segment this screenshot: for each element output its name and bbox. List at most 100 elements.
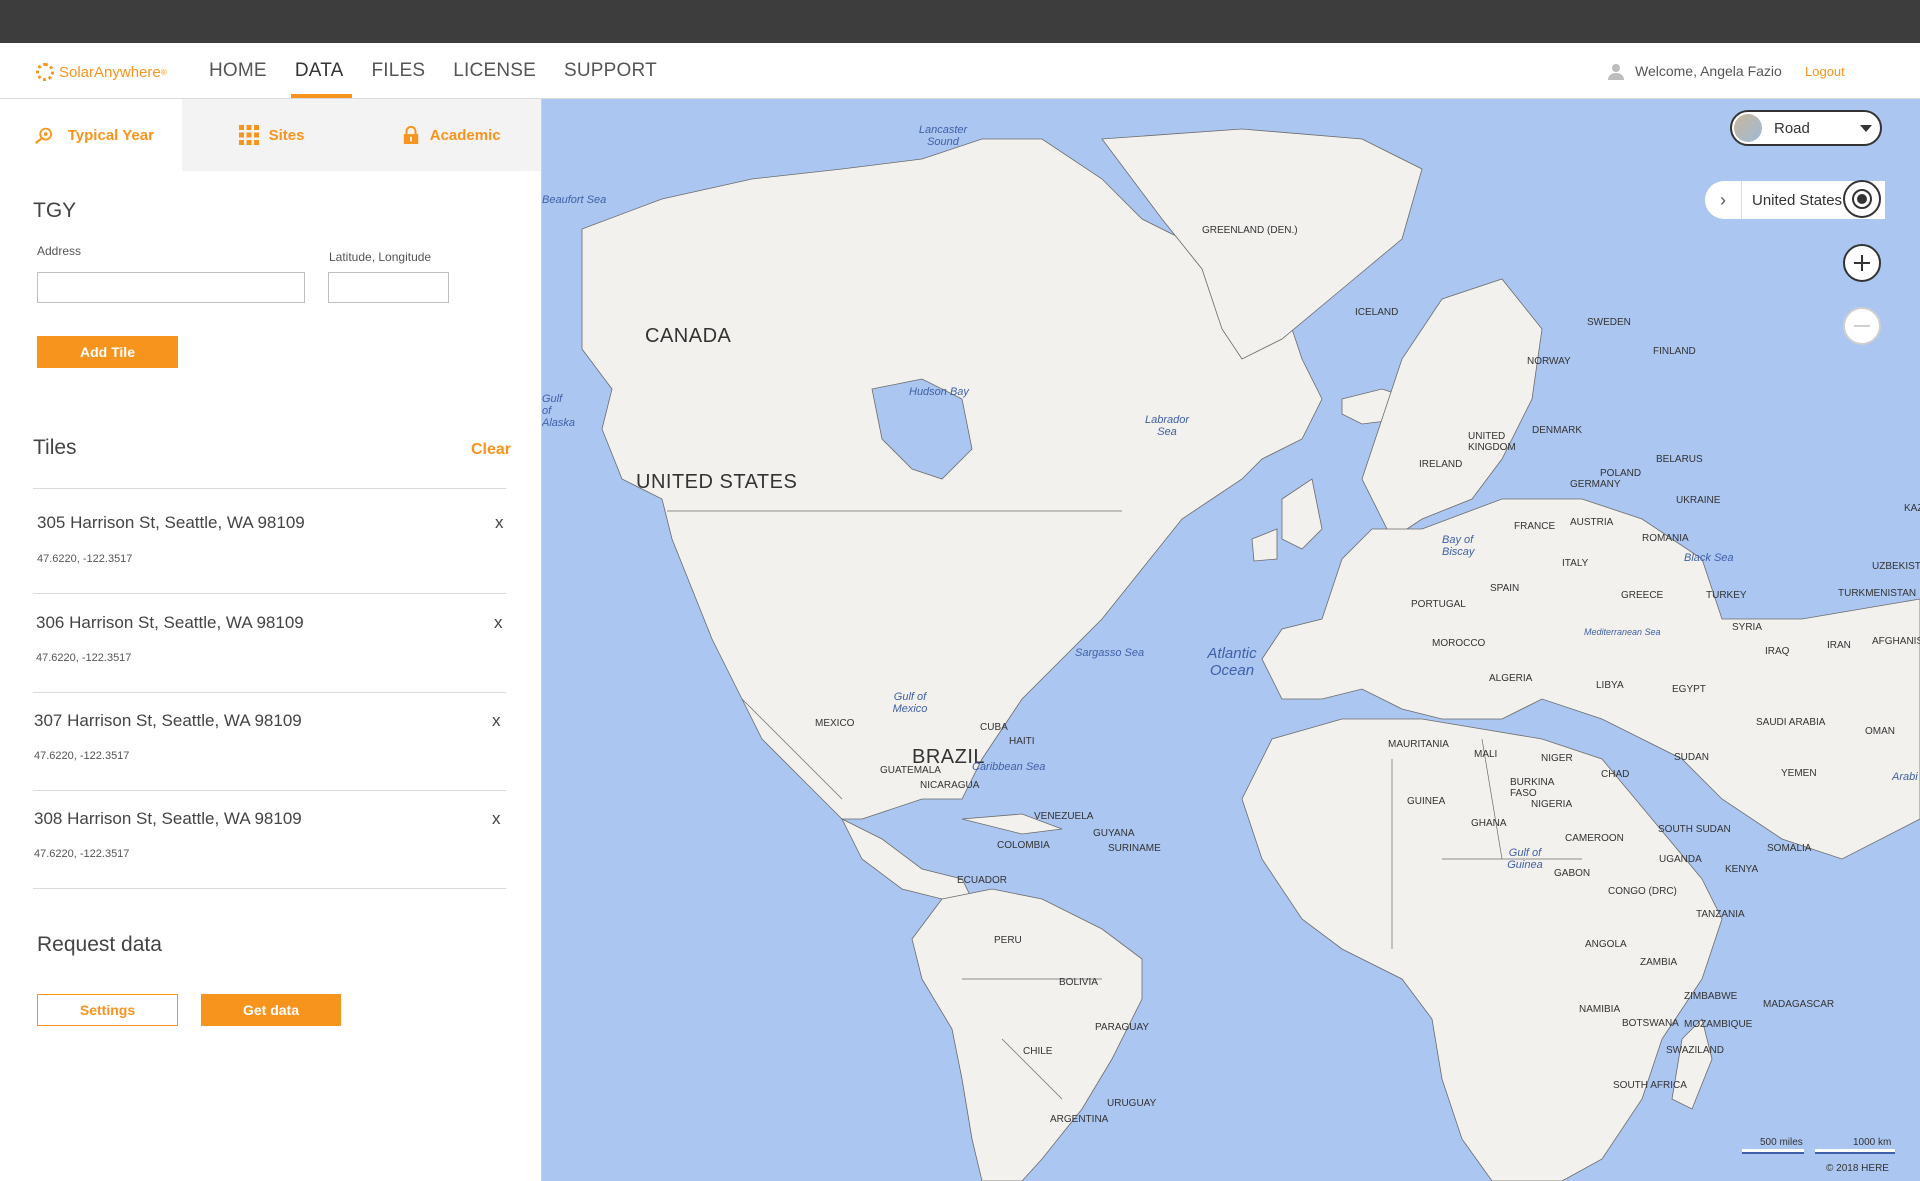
scale-bar-miles bbox=[1742, 1149, 1804, 1154]
globe-icon bbox=[1734, 114, 1762, 142]
zoom-out-button[interactable] bbox=[1843, 307, 1881, 345]
tile-coordinates: 47.6220, -122.3517 bbox=[36, 652, 132, 664]
tile-address: 308 Harrison St, Seattle, WA 98109 bbox=[34, 809, 302, 828]
map-label-country: COLOMBIA bbox=[997, 840, 1050, 851]
remove-tile-button[interactable]: x bbox=[492, 809, 501, 829]
map-label-country: AUSTRIA bbox=[1570, 517, 1614, 528]
map-label-country: CUBA bbox=[980, 722, 1008, 733]
sun-search-icon bbox=[34, 127, 52, 145]
map-label-country: NIGERIA bbox=[1531, 799, 1573, 810]
map-label-country: SWAZILAND bbox=[1666, 1045, 1724, 1056]
map-label-country: IRAN bbox=[1827, 640, 1851, 651]
map-label-country: ANGOLA bbox=[1585, 939, 1627, 950]
tab-academic[interactable]: Academic bbox=[361, 99, 541, 171]
top-menu: HOME DATA FILES LICENSE SUPPORT bbox=[209, 43, 685, 98]
remove-tile-button[interactable]: x bbox=[495, 513, 504, 533]
map-copyright: © 2018 HERE bbox=[1826, 1163, 1889, 1174]
map-label-country: UNITED KINGDOM bbox=[1468, 431, 1516, 453]
map-label-country: MAURITANIA bbox=[1388, 739, 1449, 750]
tile-coordinates: 47.6220, -122.3517 bbox=[34, 750, 130, 762]
divider bbox=[33, 488, 506, 489]
target-icon bbox=[1852, 189, 1872, 209]
map-label-country: PERU bbox=[994, 935, 1022, 946]
welcome-text: Welcome, Angela Fazio bbox=[1635, 63, 1782, 79]
locate-me-button[interactable] bbox=[1843, 180, 1881, 218]
tab-sites[interactable]: Sites bbox=[182, 99, 362, 171]
map-view[interactable]: CANADA UNITED STATES BRAZIL GREENLAND (D… bbox=[542, 99, 1920, 1181]
menu-data[interactable]: DATA bbox=[290, 43, 353, 98]
map-label-country: UZBEKISTAN bbox=[1872, 561, 1920, 572]
map-label-sea: Black Sea bbox=[1684, 552, 1734, 564]
welcome-message: Welcome, Angela Fazio bbox=[1607, 62, 1782, 80]
map-label-country: NICARAGUA bbox=[920, 780, 980, 791]
main-navigation: SolarAnywhere ® HOME DATA FILES LICENSE S… bbox=[0, 43, 1920, 99]
map-label-country: POLAND bbox=[1600, 468, 1642, 479]
map-label-sea: Bay of Biscay bbox=[1442, 534, 1475, 558]
map-label-country: MALI bbox=[1474, 749, 1498, 760]
menu-home[interactable]: HOME bbox=[209, 43, 267, 98]
map-label-sea: Caribbean Sea bbox=[972, 761, 1046, 773]
scale-miles: 500 miles bbox=[1760, 1137, 1803, 1148]
map-label-country: IRELAND bbox=[1419, 459, 1463, 470]
request-data-title: Request data bbox=[37, 933, 162, 956]
map-label-country: GUINEA bbox=[1407, 796, 1446, 807]
location-name: United States bbox=[1752, 191, 1843, 209]
map-label-country: BURKINA FASO bbox=[1510, 777, 1554, 799]
menu-files[interactable]: FILES bbox=[371, 43, 425, 98]
map-style-select[interactable]: Road bbox=[1730, 110, 1882, 146]
scale-km: 1000 km bbox=[1853, 1137, 1892, 1148]
map-style-value: Road bbox=[1774, 119, 1810, 137]
map-label-country: CHAD bbox=[1601, 769, 1630, 780]
get-data-button[interactable]: Get data bbox=[201, 994, 341, 1026]
settings-button[interactable]: Settings bbox=[37, 994, 178, 1026]
map-label-sea: Sargasso Sea bbox=[1075, 647, 1145, 659]
map-label-country: SOUTH AFRICA bbox=[1613, 1080, 1687, 1091]
map-label-country: ITALY bbox=[1562, 558, 1589, 569]
add-tile-button[interactable]: Add Tile bbox=[37, 336, 178, 368]
map-label-country: NAMIBIA bbox=[1579, 1004, 1621, 1015]
address-input[interactable] bbox=[37, 272, 305, 303]
zoom-in-button[interactable] bbox=[1843, 244, 1881, 282]
map-label-country: MEXICO bbox=[815, 718, 855, 729]
map-label-country: MADAGASCAR bbox=[1763, 999, 1835, 1010]
map-label-sea: Gulf of Mexico bbox=[892, 691, 928, 715]
map-label-country: MOROCCO bbox=[1432, 638, 1486, 649]
remove-tile-button[interactable]: x bbox=[492, 711, 501, 731]
scale-bar-km bbox=[1815, 1149, 1895, 1154]
clear-tiles-button[interactable]: Clear bbox=[471, 441, 511, 459]
grid-icon bbox=[238, 125, 259, 145]
tab-typical-year-label: Typical Year bbox=[67, 126, 154, 144]
map-label-country: DENMARK bbox=[1532, 425, 1583, 436]
map-label-sea: Mediterranean Sea bbox=[1584, 627, 1661, 637]
map-label-country: EGYPT bbox=[1672, 684, 1706, 695]
tile-address: 305 Harrison St, Seattle, WA 98109 bbox=[37, 513, 305, 532]
tab-typical-year[interactable]: Typical Year bbox=[0, 99, 182, 171]
tiles-title: Tiles bbox=[33, 436, 77, 459]
map-label-country: LIBYA bbox=[1596, 680, 1624, 691]
sun-logo-icon bbox=[36, 63, 54, 81]
remove-tile-button[interactable]: x bbox=[494, 613, 503, 633]
map-label-sea: Lancaster Sound bbox=[918, 124, 968, 148]
map-label-country: KENYA bbox=[1725, 864, 1759, 875]
map-label-country: TURKEY bbox=[1706, 590, 1747, 601]
map-label-country: TANZANIA bbox=[1696, 909, 1745, 920]
chevron-right-icon[interactable]: › bbox=[1705, 181, 1742, 219]
map-label-sea: Hudson Bay bbox=[909, 386, 969, 398]
map-label-country: ALGERIA bbox=[1489, 673, 1533, 684]
map-label-country: GUATEMALA bbox=[880, 765, 941, 776]
divider bbox=[33, 888, 506, 889]
map-label-country: SYRIA bbox=[1732, 622, 1763, 633]
map-label-country: AFGHANISTAN bbox=[1872, 636, 1920, 647]
plus-icon bbox=[1854, 255, 1870, 271]
solaranywhere-logo[interactable]: SolarAnywhere ® bbox=[36, 61, 167, 83]
map-label-sea: Arabi bbox=[1892, 771, 1918, 783]
chevron-down-icon bbox=[1860, 125, 1872, 132]
menu-support[interactable]: SUPPORT bbox=[564, 43, 657, 98]
latlon-input[interactable] bbox=[328, 272, 449, 303]
map-label-country: SAUDI ARABIA bbox=[1756, 717, 1826, 728]
logout-link[interactable]: Logout bbox=[1805, 64, 1845, 79]
map-label-country: SOMALIA bbox=[1767, 843, 1812, 854]
menu-license[interactable]: LICENSE bbox=[453, 43, 536, 98]
map-label-country: ICELAND bbox=[1355, 307, 1399, 318]
address-label: Address bbox=[37, 244, 82, 258]
